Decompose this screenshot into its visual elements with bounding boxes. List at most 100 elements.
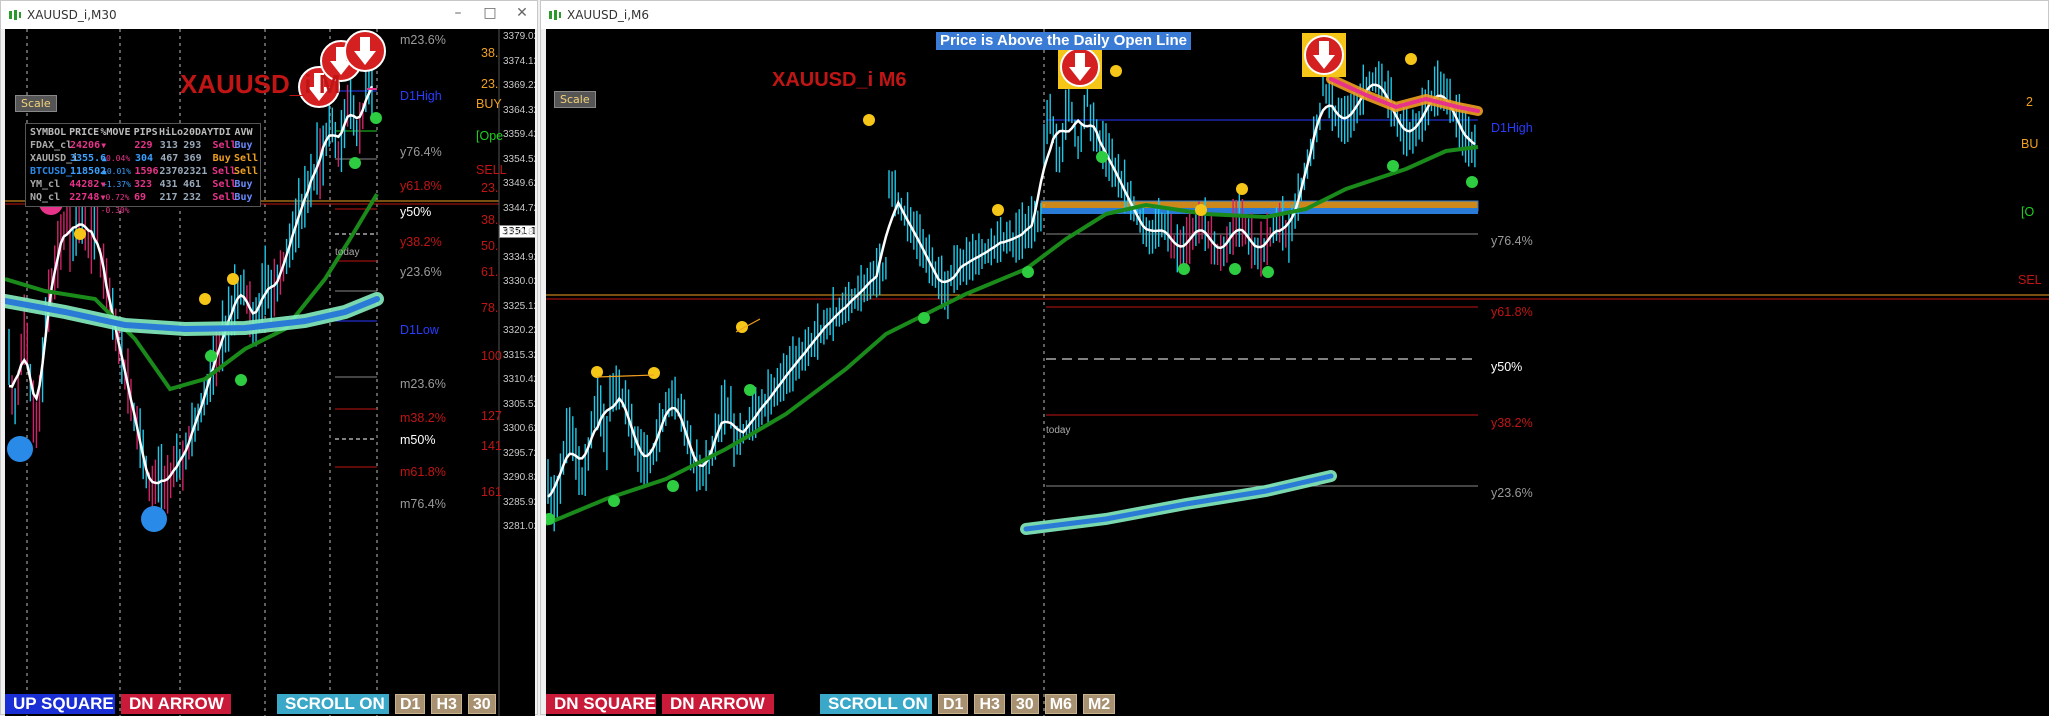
- left-chart-window[interactable]: XAUUSD_i,M30 – □ ✕ XAUUSD_i M Scale toda…: [0, 0, 538, 716]
- price-axis-label: 3325.12: [503, 300, 535, 312]
- close-icon[interactable]: ✕: [513, 5, 531, 21]
- dashboard-cell-avw: Buy: [234, 192, 253, 203]
- dashboard-cell-day20: 461: [183, 179, 202, 190]
- right-button-bar: DN SQUARE DN ARROW SCROLL ON D1 H3 30 M6…: [546, 694, 1116, 714]
- dashboard-cell-avw: Buy: [234, 179, 253, 190]
- right-window-titlebar[interactable]: XAUUSD_i,M6: [541, 1, 2048, 29]
- yellow-signal-dot: [1405, 53, 1417, 65]
- dashboard-header-row: SYMBOL PRICE %MOVE PIPS HiLo 20DAY TDI AVW: [30, 126, 256, 139]
- right-window-title: XAUUSD_i,M6: [567, 8, 649, 22]
- dn-arrow-button[interactable]: DN ARROW: [121, 694, 231, 714]
- right-chart-window[interactable]: XAUUSD_i,M6 Price is Above the Daily Ope…: [540, 0, 2049, 716]
- dashboard-cell-pips: 304: [135, 153, 154, 164]
- dashboard-cell-hilo: 2370: [159, 166, 184, 177]
- right-price-plot: [546, 29, 2049, 716]
- right-chart-canvas[interactable]: Price is Above the Daily Open Line XAUUS…: [546, 29, 2049, 716]
- price-axis-label: 3374.12: [503, 55, 535, 67]
- white-ma-line: [547, 83, 1476, 498]
- fib-level-label: y61.8%: [1491, 305, 1533, 319]
- price-axis-label: 3300.62: [503, 423, 535, 434]
- price-axis-label: 3334.92: [503, 251, 535, 263]
- right-today-label: today: [1046, 425, 1071, 436]
- minimize-icon[interactable]: –: [449, 5, 467, 21]
- swing-line: [596, 374, 655, 378]
- yellow-signal-dot: [74, 228, 86, 240]
- dn-arrow-button[interactable]: DN ARROW: [662, 694, 774, 714]
- green-signal-dot: [235, 374, 247, 386]
- tf-30-button[interactable]: 30: [467, 694, 496, 714]
- price-axis-label: 3290.82: [503, 472, 535, 483]
- dashboard-cell-price: 3355.6: [70, 153, 107, 164]
- green-signal-dot: [744, 384, 756, 396]
- signal-word: BUY: [476, 97, 502, 111]
- dashboard-row[interactable]: YM_cl 44282 ▼ -0.72% 323 431 461 Sell Buy: [30, 178, 256, 202]
- dashboard-header-cell: %MOVE: [100, 127, 131, 138]
- fib-level-label: y23.6%: [1491, 486, 1533, 500]
- tf-d1-button[interactable]: D1: [938, 694, 969, 714]
- price-axis-label: 3344.72: [503, 202, 535, 214]
- tf-h3-button[interactable]: H3: [974, 694, 1005, 714]
- dashboard-cell-move: ▲ +0.01%: [102, 154, 131, 176]
- dashboard-cell-tdi: Buy: [212, 153, 231, 164]
- dashboard-row[interactable]: NQ_cl 22748 ▼ -0.30% 69 217 232 Sell Buy: [30, 191, 256, 215]
- left-scale-button[interactable]: Scale: [15, 95, 57, 112]
- sell-arrow-icon: [344, 30, 386, 72]
- dashboard-cell-hilo: 467: [160, 153, 179, 164]
- green-signal-dot: [1262, 266, 1274, 278]
- tf-h3-button[interactable]: H3: [431, 694, 462, 714]
- dashboard-cell-avw: Buy: [234, 140, 253, 151]
- tf-m2-button[interactable]: M2: [1082, 694, 1116, 714]
- tf-m6-button[interactable]: M6: [1044, 694, 1077, 714]
- dashboard-cell-pips: 323: [133, 179, 153, 190]
- signal-word: SELL: [476, 163, 507, 177]
- scroll-on-button[interactable]: SCROLL ON: [820, 694, 932, 714]
- left-button-bar: UP SQUARE DN ARROW SCROLL ON D1 H3 30: [5, 694, 496, 714]
- tf-d1-button[interactable]: D1: [395, 694, 426, 714]
- dashboard-cell-pips: 1596: [134, 166, 159, 177]
- yellow-signal-dot: [863, 114, 875, 126]
- dashboard-row[interactable]: XAUUSD_i 3355.6 ▲ +0.01% 304 467 369 Buy Sell: [30, 152, 258, 176]
- price-axis-label: 3330.02: [503, 276, 535, 287]
- green-signal-dot: [918, 312, 930, 324]
- tf-30-button[interactable]: 30: [1010, 694, 1039, 714]
- dn-square-button[interactable]: DN SQUARE: [546, 694, 656, 714]
- left-window-titlebar[interactable]: XAUUSD_i,M30 – □ ✕: [1, 1, 537, 29]
- signal-word: [Ope: [476, 129, 504, 143]
- supply-zone-top: [1041, 201, 1478, 209]
- dashboard-row[interactable]: FDAX_cl 24206 ▼ -0.04% 229 313 293 Sell Buy: [30, 139, 256, 163]
- green-signal-dot: [1229, 263, 1241, 275]
- price-axis-label: 3285.92: [503, 496, 535, 508]
- price-axis-label: 3320.22: [503, 325, 535, 336]
- yellow-signal-dot: [1110, 65, 1122, 77]
- dashboard-row[interactable]: BTCUSD_ 118502 ▲ +1.37% 1596 2370 2321 Sell Sel…: [30, 165, 258, 189]
- dashboard-cell-pips: 69: [133, 192, 147, 203]
- dashboard-header-cell: 20DAY: [183, 127, 214, 138]
- fib-level-label: m38.2%: [400, 411, 446, 425]
- fib-level-label: y50%: [400, 205, 432, 219]
- fib-extension-number: 61.: [481, 265, 499, 279]
- right-scale-button[interactable]: Scale: [554, 91, 596, 108]
- blue-signal-dot: [7, 436, 33, 462]
- fib-level-label: y50%: [1491, 360, 1523, 374]
- green-signal-dot: [667, 480, 679, 492]
- price-axis-label: 3369.22: [503, 80, 535, 91]
- dashboard-cell-move: ▼ -0.30%: [100, 193, 130, 215]
- green-signal-dot: [608, 495, 620, 507]
- dashboard-cell-price: 44282: [69, 179, 100, 190]
- scroll-on-button[interactable]: SCROLL ON: [277, 694, 389, 714]
- fib-level-label: m23.6%: [400, 33, 446, 47]
- dashboard-cell-day20: 369: [183, 153, 202, 164]
- dashboard-cell-day20: 232: [183, 192, 202, 203]
- dashboard-header-cell: HiLo: [159, 127, 184, 138]
- price-axis-label: 3295.72: [503, 447, 535, 459]
- price-axis-label: 3339.82: [503, 227, 535, 238]
- fib-level-label: y61.8%: [400, 179, 442, 193]
- fib-extension-number: 161: [481, 485, 502, 499]
- price-axis-label: 3349.62: [503, 178, 535, 189]
- fib-level-label: D1Low: [400, 323, 439, 337]
- left-chart-canvas[interactable]: XAUUSD_i M Scale today 3351.12 SYMBOLPRI…: [5, 29, 535, 716]
- symbol-dashboard: SYMBOL PRICE %MOVE PIPS HiLo 20DAY TDI AVW FDAX…: [25, 123, 261, 215]
- fib-level-label: y23.6%: [400, 265, 442, 279]
- maximize-icon[interactable]: □: [481, 5, 499, 21]
- up-square-button[interactable]: UP SQUARE: [5, 694, 115, 714]
